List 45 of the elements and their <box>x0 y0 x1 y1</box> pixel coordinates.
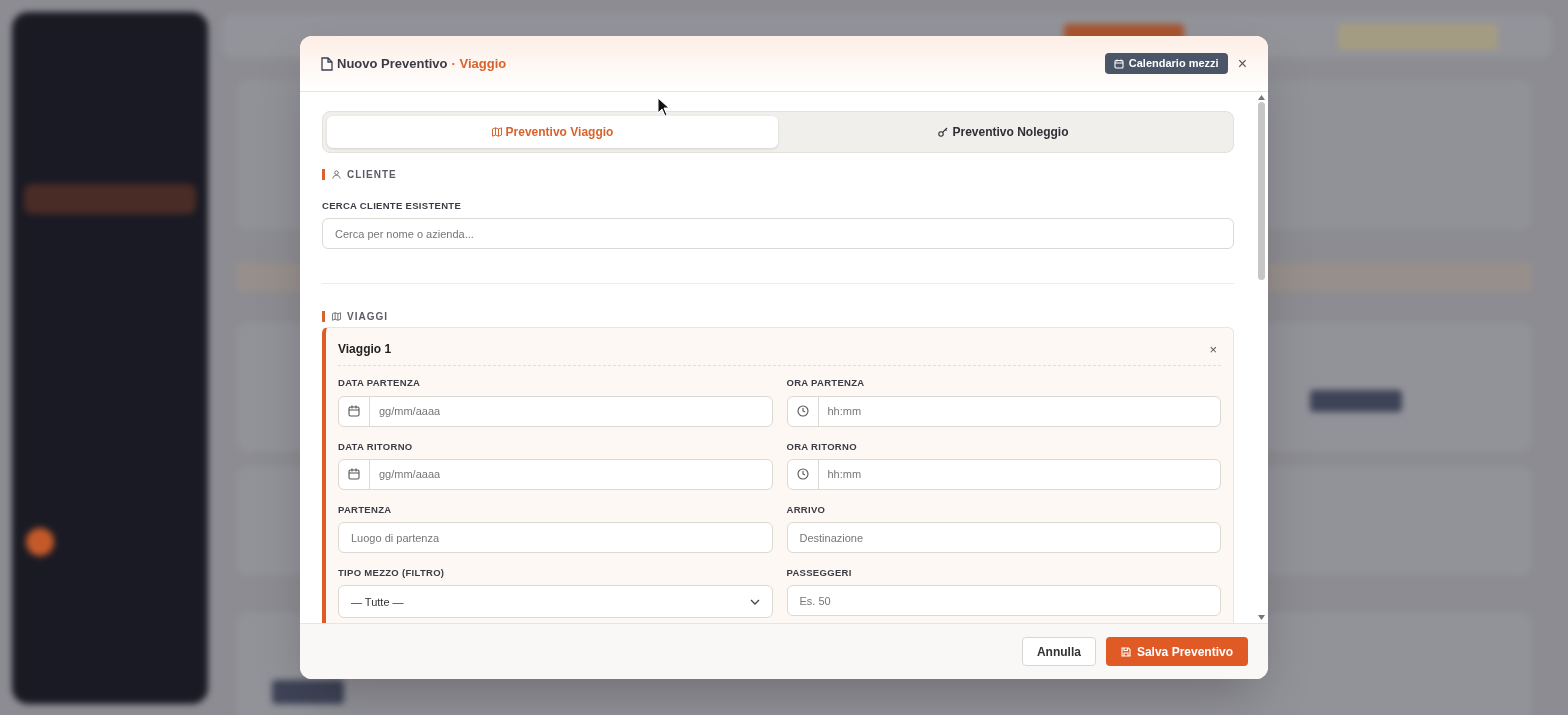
date-field[interactable]: gg/mm/aaaa <box>338 395 773 427</box>
vehicle-type-dropdown[interactable]: — Tutte — <box>338 585 773 619</box>
tab[interactable]: Preventivo Noleggio <box>778 116 1229 148</box>
mouse-cursor-icon <box>657 97 670 117</box>
dialog-title: Nuovo Preventivo <box>337 54 448 73</box>
time-field[interactable]: hh:mm <box>786 458 1221 490</box>
field-label: DATA PARTENZA <box>338 376 422 391</box>
calendar-icon <box>1113 58 1124 69</box>
close-button[interactable]: × <box>1237 55 1247 72</box>
calendar-button[interactable]: Calendario mezzi <box>1104 53 1228 74</box>
text-field[interactable]: Es. 50 <box>786 585 1221 617</box>
clock-icon <box>796 468 809 481</box>
field-label: ORA PARTENZA <box>786 376 866 391</box>
section-heading: VIAGGI <box>347 310 388 325</box>
scrollbar[interactable] <box>1257 95 1266 620</box>
section-heading: CLIENTE <box>347 168 397 182</box>
map-icon <box>332 312 341 322</box>
tab[interactable]: Preventivo Viaggio <box>327 116 778 148</box>
chevron-down-icon <box>749 598 760 605</box>
client-search-field[interactable]: Cerca per nome o azienda... <box>322 218 1234 250</box>
calendar-icon <box>348 405 360 417</box>
save-button[interactable]: Salva Preventivo <box>1105 637 1248 666</box>
scroll-down-icon[interactable] <box>1258 615 1265 620</box>
field-label: CERCA CLIENTE ESISTENTE <box>322 199 463 213</box>
dialog-subtitle: · Viaggio <box>451 54 507 73</box>
field-label: PARTENZA <box>338 502 393 517</box>
field-label: PASSEGGERI <box>786 566 853 580</box>
map-icon <box>491 127 502 137</box>
remove-trip-button[interactable]: × <box>1209 342 1217 356</box>
text-field[interactable]: Destinazione <box>786 522 1221 553</box>
cancel-button[interactable]: Annulla <box>1021 637 1096 666</box>
person-icon <box>332 170 341 179</box>
calendar-icon <box>348 468 360 481</box>
field-label: TIPO MEZZO (FILTRO) <box>338 566 446 580</box>
key-icon <box>938 127 949 137</box>
time-field[interactable]: hh:mm <box>786 395 1221 427</box>
trip-title: Viaggio 1 <box>338 341 392 359</box>
scroll-up-icon[interactable] <box>1258 95 1265 100</box>
field-label: ORA RITORNO <box>786 439 858 454</box>
document-icon <box>321 56 333 71</box>
field-label: DATA RITORNO <box>338 439 414 454</box>
date-field[interactable]: gg/mm/aaaa <box>338 458 773 490</box>
field-label: ARRIVO <box>786 502 827 517</box>
clock-icon <box>796 405 809 417</box>
text-field[interactable]: Luogo di partenza <box>338 522 773 553</box>
